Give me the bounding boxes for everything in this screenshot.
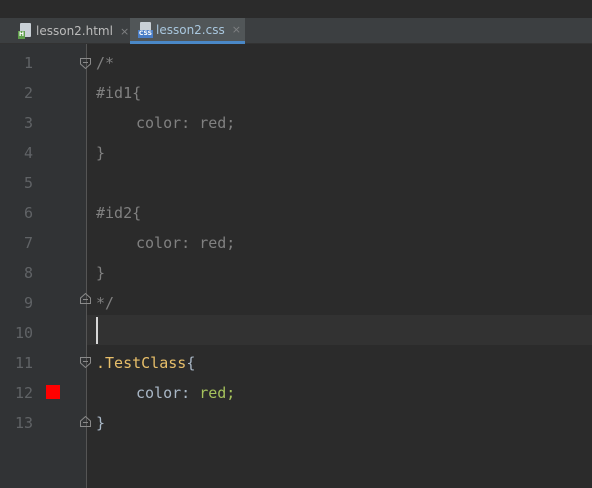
css-file-icon: CSS — [138, 21, 153, 38]
fold-end-icon[interactable] — [79, 292, 92, 305]
code-line: color: red; — [136, 378, 235, 408]
css-selector: .TestClass — [96, 354, 187, 372]
tab-lesson2-html[interactable]: H lesson2.html × — [10, 18, 130, 44]
code-line: .TestClass{ — [96, 348, 195, 378]
code-line: } — [96, 144, 106, 162]
line-number: 4 — [23, 144, 33, 162]
code-line: color: red; — [136, 114, 236, 132]
code-line: } — [96, 264, 106, 282]
line-number: 3 — [23, 114, 33, 132]
code-line: color: red; — [136, 234, 236, 252]
line-number: 8 — [23, 264, 33, 282]
line-number: 13 — [14, 414, 33, 432]
editor-tab-bar: H lesson2.html × CSS lesson2.css × — [0, 18, 592, 44]
tab-label: lesson2.css — [156, 22, 225, 37]
line-number: 1 — [23, 54, 33, 72]
code-line: /* — [96, 54, 115, 72]
css-property: color: — [136, 384, 191, 402]
open-brace: { — [186, 354, 196, 372]
line-number: 7 — [23, 234, 33, 252]
close-brace: } — [96, 414, 106, 432]
line-number: 12 — [14, 384, 33, 402]
fold-end-icon[interactable] — [79, 415, 92, 428]
line-number: 11 — [14, 354, 33, 372]
fold-open-icon[interactable] — [79, 356, 92, 369]
window-top-strip — [0, 0, 592, 18]
line-number: 9 — [23, 294, 33, 312]
line-number: 2 — [23, 84, 33, 102]
tab-lesson2-css[interactable]: CSS lesson2.css × — [130, 18, 245, 44]
css-value: red; — [199, 384, 236, 402]
code-line: #id1{ — [96, 84, 142, 102]
tab-label: lesson2.html — [36, 24, 113, 38]
code-line: #id2{ — [96, 204, 142, 222]
fold-open-icon[interactable] — [79, 57, 92, 70]
close-tab-icon[interactable]: × — [232, 23, 241, 36]
html-file-icon: H — [18, 23, 32, 39]
color-preview-swatch[interactable] — [46, 385, 60, 399]
close-tab-icon[interactable]: × — [120, 25, 129, 38]
code-line: */ — [96, 294, 115, 312]
text-caret — [96, 317, 98, 344]
current-line-highlight — [87, 315, 592, 345]
line-number: 6 — [23, 204, 33, 222]
line-number: 5 — [23, 174, 33, 192]
line-number: 10 — [14, 324, 33, 342]
